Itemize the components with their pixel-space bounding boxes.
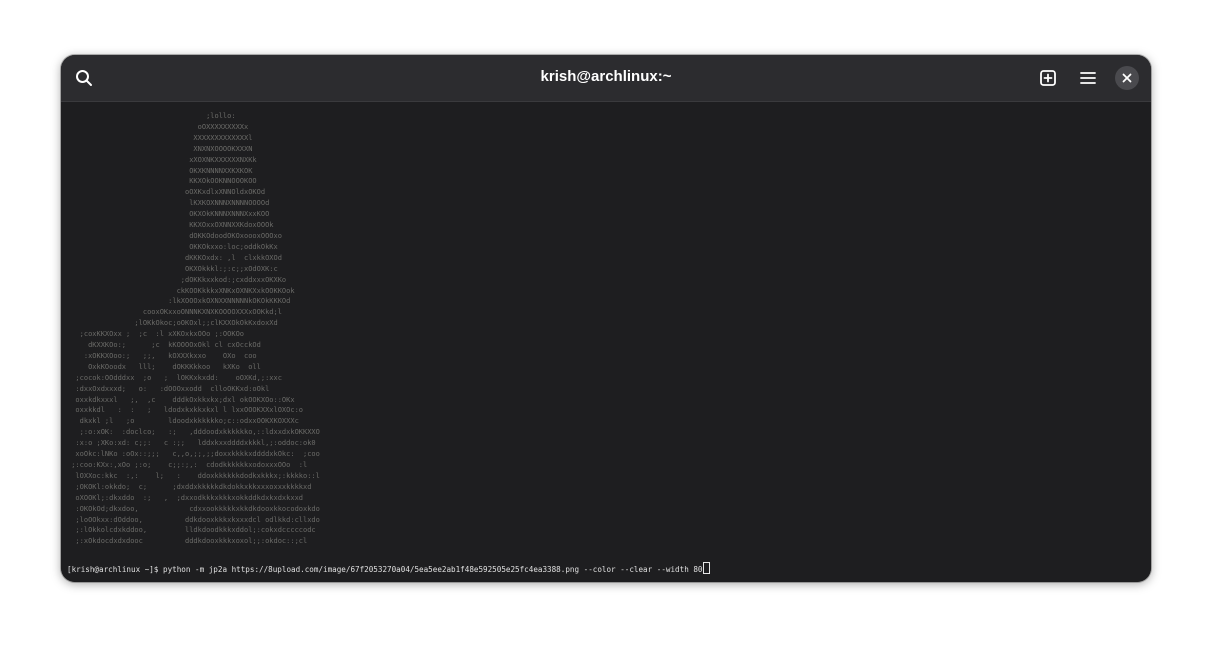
ascii-art-line: ;coxKKXOxx ; ;c :l xXKOxkxOOo ;:OOKOo [67,330,245,339]
ascii-art-line: OKXKNNNNXXKXKOK [67,166,253,175]
ascii-art-line: ;lollo: [67,112,236,120]
command-line[interactable]: [krish@archlinux ~]$ python -m jp2a http… [67,562,711,574]
command-text: [krish@archlinux ~]$ python -m jp2a http… [67,565,703,574]
ascii-art-line: dkxkl ;l ;o ldoodxkkkkkko;c::odxxOOKXKOX… [67,417,299,426]
ascii-art-line: lKXKOXNNNXNNNNOOOOd [67,199,270,208]
new-tab-icon [1040,70,1056,86]
ascii-art-line: ckKOOKkkkxXNKxOXNKXxkOOKKOok [67,286,295,295]
terminal-output[interactable]: ;lollo: oOXXXXXXXXXx XXXXXXXXXXXXXl XNXN… [61,102,1151,582]
ascii-art-line: dOKKOdoodOKOxoooxOOOxo [67,231,282,240]
ascii-art-line: :dxxOxdxxxd; o: :dOOOxxodd clloOKKxd:oOk… [67,384,270,393]
ascii-art-line: OKXOkkkl:;:c;;xOdOXK:c [67,264,278,273]
ascii-art-line: KKXOkOOKNNOOOKOO [67,177,257,186]
ascii-art-line: oxxkkdl : : ; ldodxkxkkxkxl l lxxOOOKXXx… [67,406,304,415]
text-cursor [703,562,711,574]
hamburger-menu-icon [1080,72,1096,84]
ascii-art-line: KKXOxxOXNNXXKdoxOOOk [67,221,274,230]
ascii-art-line: ;dOKKkxxkod:;cxddxxxOKXKo [67,275,287,284]
ascii-art-line: xoOkc:lNKo :oOx::;;; c,,o,;;,;;doxxkkkkx… [67,450,320,459]
ascii-art-output: ;lollo: oOXXXXXXXXXx XXXXXXXXXXXXXl XNXN… [67,111,320,547]
new-tab-button[interactable] [1033,63,1063,93]
ascii-art-line: xXOXNKXXXXXXNXKk [67,155,257,164]
ascii-art-line: ;:coo:KXx:,xOo ;:o; c;;:;,: cdodkkkkkkxo… [67,461,308,469]
ascii-art-line: OxkKOoodx lll; dOKKKkkoo kXKo oll [67,362,261,371]
ascii-art-line: cooxOKxxoONNNKXNXKOOOOXXXxOOKkd;l [67,308,282,317]
ascii-art-line: oOXKxdlxXNNOldxOKOd [67,188,266,197]
ascii-art-line: ;:o:xOK: :doclco; :; ,dddoodxkkkkkko,::l… [67,428,320,437]
ascii-art-line: lOXXoc:kkc :,: l; : ddoxkkkkkkdodkxkkkx;… [67,471,320,480]
ascii-art-line: ;loOOkxx:dOddoo, ddkdooxkkkxkxxxdcl odlk… [67,515,320,524]
window-title: krish@archlinux:~ [540,68,672,85]
ascii-art-line: oOXXXXXXXXXx [67,122,249,131]
close-icon [1122,73,1132,83]
ascii-art-line: oxxkdkxxxl ;, ,c dddkOxkkxkx;dxl okOOKXO… [67,395,295,404]
ascii-art-line: OKKOkxxo:loc;oddkOkKx [67,242,278,251]
ascii-art-line: ;cocok:OOdddxx ;o ; lOKKxkxdd: oOXKd,;:x… [67,373,282,382]
ascii-art-line: :lkXOOOxkOXNXXNNNNNkOKOkKKKOd [67,297,291,306]
ascii-art-line: XXXXXXXXXXXXXl [67,133,253,142]
close-button[interactable] [1115,66,1139,90]
ascii-art-line: oXOOKl;:dkxddo :; , ;dxxodkkkxkkkxokkddk… [67,493,304,502]
ascii-art-line: dKKKOxdx: ,l clxkkOXOd [67,253,282,262]
ascii-art-line: dKXXKOo:; ;c kKOOOOxOkl cl cxOcckOd [67,341,261,350]
ascii-art-line: ;OKOKl:okkdo; c; ;dxddxkkkkkdkdokkxkkxxx… [67,482,312,491]
ascii-art-line: :OKOkOd;dkxdoo, cdxxookkkkkxkkdkdooxkkoc… [67,504,320,513]
ascii-art-line: OKXOkKNNNXNNNXxxKOO [67,210,270,219]
ascii-art-line: :x:o ;XKo:xd: c;;: c :;; lddxkxxddddxkkk… [67,439,316,448]
ascii-art-line: ;:xOkdocdxdxdooc dddkdooxkkkxoxol;;:okdo… [67,537,308,546]
terminal-window: krish@archlinux:~ ;lollo: oOXXXXXXXXXx X… [61,55,1151,582]
main-menu-button[interactable] [1073,63,1103,93]
ascii-art-line: ;:lOkkolcdxkddoo, lldkdoodkkkxddol;:cokx… [67,526,316,535]
ascii-art-line: ;lOKkOkoc;oOKOxl;;clKXXOkOkKxdoxXd [67,319,278,328]
header-bar: krish@archlinux:~ [61,55,1151,102]
ascii-art-line: XNXNXOOOOKXXXN [67,144,253,153]
ascii-art-line: :xOKKXOoo:; ;;, kOXXXkxxo OXo coo [67,351,257,360]
